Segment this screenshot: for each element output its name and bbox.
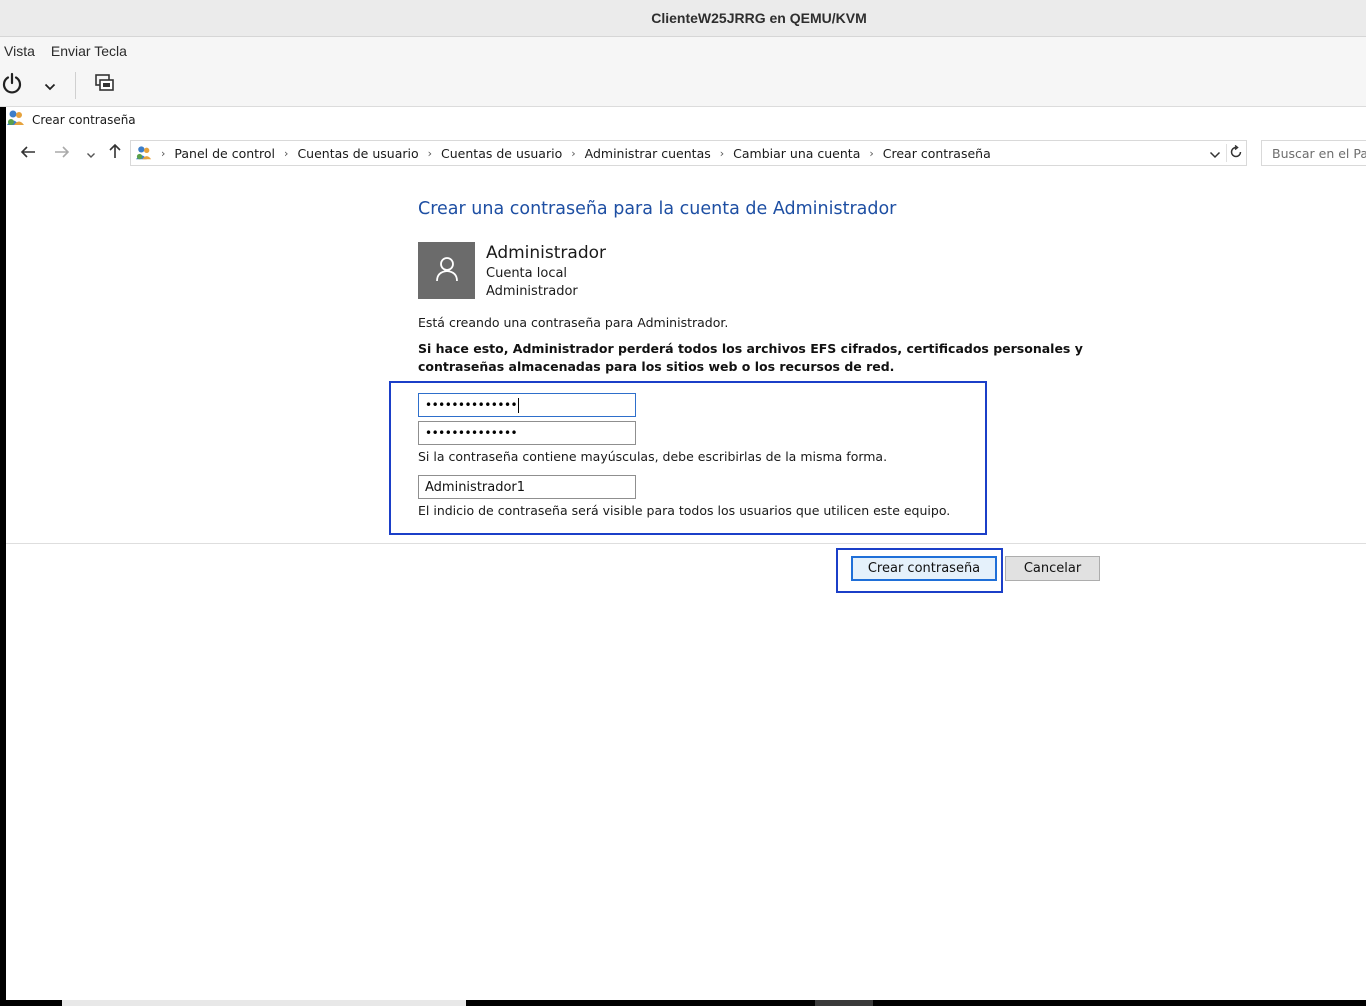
arrow-left-icon bbox=[20, 144, 36, 163]
password-hint-value: Administrador1 bbox=[425, 479, 526, 495]
confirm-password-field[interactable]: •••••••••••••• bbox=[418, 421, 636, 445]
new-password-field[interactable]: •••••••••••••• bbox=[418, 393, 636, 417]
navigation-bar: › Panel de control › Cuentas de usuario … bbox=[6, 138, 1366, 168]
explorer-title-bar: Crear contraseña bbox=[6, 107, 1366, 133]
cancel-button[interactable]: Cancelar bbox=[1005, 556, 1100, 581]
breadcrumb-crear-contrasena[interactable]: Crear contraseña bbox=[883, 146, 991, 161]
breadcrumb-cuentas-de-usuario-2[interactable]: Cuentas de usuario bbox=[441, 146, 562, 161]
host-title-bar: ClienteW25JRRG en QEMU/KVM bbox=[0, 0, 1366, 37]
page-title: Crear una contraseña para la cuenta de A… bbox=[418, 199, 897, 219]
divider bbox=[6, 543, 1366, 544]
screens-icon bbox=[94, 72, 116, 98]
address-bar[interactable]: › Panel de control › Cuentas de usuario … bbox=[130, 140, 1247, 166]
account-type: Cuenta local bbox=[486, 266, 568, 281]
account-role: Administrador bbox=[486, 284, 578, 299]
breadcrumb-administrar-cuentas[interactable]: Administrar cuentas bbox=[585, 146, 711, 161]
breadcrumb-cuentas-de-usuario-1[interactable]: Cuentas de usuario bbox=[297, 146, 418, 161]
chevron-right-icon: › bbox=[719, 146, 725, 160]
menu-enviar-tecla[interactable]: Enviar Tecla bbox=[51, 43, 127, 59]
host-bottom-strip-segment bbox=[815, 1000, 873, 1006]
info-text: Está creando una contraseña para Adminis… bbox=[418, 315, 729, 330]
power-button[interactable] bbox=[0, 72, 24, 98]
toolbar-separator bbox=[75, 72, 76, 99]
breadcrumb-panel-de-control[interactable]: Panel de control bbox=[174, 146, 275, 161]
warning-text: Si hace esto, Administrador perderá todo… bbox=[418, 341, 1083, 374]
power-icon bbox=[1, 72, 23, 98]
new-password-value: •••••••••••••• bbox=[425, 398, 518, 412]
host-window-title: ClienteW25JRRG en QEMU/KVM bbox=[651, 10, 867, 26]
chevron-right-icon: › bbox=[571, 146, 576, 160]
users-icon bbox=[135, 145, 153, 161]
breadcrumb-cambiar-una-cuenta[interactable]: Cambiar una cuenta bbox=[733, 146, 860, 161]
avatar bbox=[418, 242, 475, 299]
window-title: Crear contraseña bbox=[32, 113, 136, 127]
chevron-right-icon: › bbox=[869, 146, 874, 160]
search-box[interactable] bbox=[1261, 140, 1366, 166]
case-sensitivity-note: Si la contraseña contiene mayúsculas, de… bbox=[418, 449, 888, 464]
chevron-down-icon bbox=[44, 76, 56, 95]
user-icon bbox=[434, 255, 460, 287]
back-button[interactable] bbox=[18, 142, 38, 164]
chevron-down-icon bbox=[86, 144, 96, 163]
host-menu-bar: Vista Enviar Tecla bbox=[0, 37, 1366, 64]
search-input[interactable] bbox=[1272, 145, 1366, 161]
host-toolbar bbox=[0, 64, 1366, 107]
arrow-right-icon bbox=[54, 144, 70, 163]
confirm-password-value: •••••••••••••• bbox=[425, 426, 518, 440]
address-history-button[interactable] bbox=[1208, 145, 1222, 161]
chevron-down-icon bbox=[1209, 144, 1221, 163]
chevron-right-icon: › bbox=[284, 146, 289, 160]
guest-screen: Crear contraseña › Panel de control › Cu… bbox=[6, 107, 1366, 1000]
refresh-icon bbox=[1229, 144, 1243, 163]
password-hint-field[interactable]: Administrador1 bbox=[418, 475, 636, 499]
forward-button[interactable] bbox=[52, 142, 72, 164]
chevron-right-icon: › bbox=[427, 146, 433, 160]
create-password-button[interactable]: Crear contraseña bbox=[851, 556, 997, 581]
refresh-button[interactable] bbox=[1226, 144, 1244, 162]
power-menu-dropdown[interactable] bbox=[42, 72, 58, 98]
arrow-up-icon bbox=[108, 143, 122, 163]
recent-locations-button[interactable] bbox=[84, 142, 98, 164]
account-name: Administrador bbox=[486, 243, 607, 263]
chevron-right-icon: › bbox=[161, 146, 166, 160]
main-content: Crear una contraseña para la cuenta de A… bbox=[6, 177, 1366, 1000]
menu-vista[interactable]: Vista bbox=[4, 43, 35, 59]
host-bottom-strip bbox=[62, 1000, 466, 1006]
users-icon bbox=[6, 109, 26, 131]
hint-visibility-note: El indicio de contraseña será visible pa… bbox=[418, 503, 951, 518]
screens-button[interactable] bbox=[93, 72, 117, 98]
up-button[interactable] bbox=[105, 142, 125, 164]
text-caret bbox=[518, 397, 520, 413]
